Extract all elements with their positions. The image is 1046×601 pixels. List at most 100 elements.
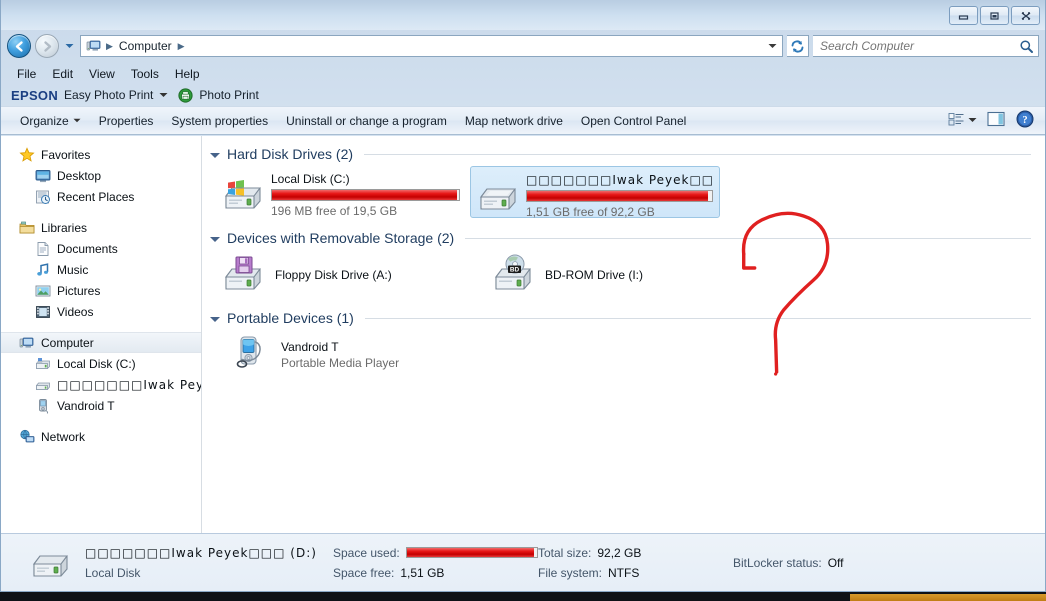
close-button[interactable] — [1011, 6, 1040, 25]
total-size-value: 92,2 GB — [597, 545, 642, 560]
back-button[interactable] — [7, 34, 31, 58]
sidebar-item-pictures[interactable]: Pictures — [1, 280, 201, 301]
chevron-down-icon[interactable] — [764, 42, 780, 51]
sidebar-item-desktop[interactable]: Desktop — [1, 165, 201, 186]
drive-usage-fill — [272, 190, 458, 200]
maximize-button[interactable] — [980, 6, 1009, 25]
collapse-triangle-icon[interactable] — [210, 152, 220, 158]
sidebar-item-music[interactable]: Music — [1, 259, 201, 280]
menu-tools[interactable]: Tools — [123, 65, 167, 83]
taskbar[interactable] — [0, 592, 1046, 601]
refresh-button[interactable] — [787, 35, 809, 57]
menu-file[interactable]: File — [9, 65, 44, 83]
section-header[interactable]: Hard Disk Drives (2) — [202, 142, 1045, 166]
search-box[interactable] — [813, 35, 1039, 57]
breadcrumb-item-computer[interactable]: Computer — [115, 38, 176, 54]
sidebar-item-videos[interactable]: Videos — [1, 301, 201, 322]
details-line-name: □□□□□□□Iwak Peyek□□□ (D:) — [85, 545, 333, 560]
sidebar-item-recent-places[interactable]: Recent Places — [1, 186, 201, 207]
menu-help[interactable]: Help — [167, 65, 208, 83]
address-input[interactable]: ▶ Computer ▶ — [80, 35, 783, 57]
organize-label: Organize — [20, 113, 69, 128]
sidebar-label: Recent Places — [57, 189, 135, 204]
drive-tile-drive-d[interactable]: □□□□□□□Iwak Peyek□□□ (D:) 1,51 GB free o… — [470, 166, 720, 219]
device-name: Vandroid T — [281, 340, 339, 354]
chevron-down-icon — [968, 116, 977, 125]
easy-photo-print-button[interactable]: Easy Photo Print — [64, 88, 153, 102]
sidebar-item-computer[interactable]: Computer — [1, 332, 201, 353]
search-icon[interactable] — [1019, 39, 1034, 54]
bitlocker-label: BitLocker status: — [733, 555, 822, 570]
properties-button[interactable]: Properties — [90, 110, 163, 132]
sidebar-label: Libraries — [41, 220, 88, 235]
drive-name: □□□□□□□Iwak Peyek□□□ (D:) — [526, 173, 713, 187]
sidebar-item-network[interactable]: Network — [1, 426, 201, 447]
preview-pane-icon — [987, 111, 1006, 130]
explorer-window: ▶ Computer ▶ Search Computer File Edit V… — [0, 0, 1046, 592]
photo-print-button[interactable]: Photo Print — [199, 88, 258, 102]
nav-group-favorites: Favorites Desktop Recent Places — [1, 144, 201, 207]
details-drive-name: □□□□□□□Iwak Peyek□□□ (D:) — [85, 545, 317, 560]
map-network-drive-button[interactable]: Map network drive — [456, 110, 572, 132]
sidebar-label: Music — [57, 262, 89, 277]
sidebar-item-local-disk-c[interactable]: Local Disk (C:) — [1, 353, 201, 374]
sidebar-label: Local Disk (C:) — [57, 356, 136, 371]
device-tile-floppy-drive[interactable]: Floppy Disk Drive (A:) — [216, 250, 486, 300]
minimize-button[interactable] — [949, 6, 978, 25]
collapse-triangle-icon[interactable] — [210, 316, 220, 322]
sidebar-item-drive-d[interactable]: □□□□□□□Iwak Peyek□□□ (D — [1, 374, 201, 395]
details-line-type: Local Disk — [85, 565, 333, 580]
breadcrumb-separator-end[interactable]: ▶ — [177, 41, 186, 52]
drive-usage-bar — [271, 189, 460, 201]
organize-button[interactable]: Organize — [11, 110, 90, 132]
sidebar-label: □□□□□□□Iwak Peyek□□□ (D — [57, 377, 201, 392]
sidebar-item-vandroid-t[interactable]: Vandroid T — [1, 395, 201, 416]
removable-tiles: Floppy Disk Drive (A:) BD BD-ROM Drive (… — [202, 250, 1045, 300]
section-title: Devices with Removable Storage (2) — [227, 230, 455, 246]
file-system-label: File system: — [538, 565, 603, 580]
chevron-down-icon[interactable] — [159, 91, 168, 100]
forward-button[interactable] — [35, 34, 59, 58]
drive-info: Local Disk (C:) 196 MB free of 19,5 GB — [271, 170, 460, 218]
open-control-panel-button[interactable]: Open Control Panel — [572, 110, 695, 132]
portable-device-icon — [35, 398, 51, 414]
device-tile-bdrom-drive[interactable]: BD BD-ROM Drive (I:) — [486, 250, 756, 300]
sidebar-item-favorites[interactable]: Favorites — [1, 144, 201, 165]
sidebar-label: Vandroid T — [57, 398, 115, 413]
sidebar-item-libraries[interactable]: Libraries — [1, 217, 201, 238]
drive-tile-local-disk-c[interactable]: Local Disk (C:) 196 MB free of 19,5 GB — [216, 166, 466, 218]
photo-print-icon[interactable] — [178, 87, 194, 103]
uninstall-change-program-button[interactable]: Uninstall or change a program — [277, 110, 456, 132]
collapse-triangle-icon[interactable] — [210, 236, 220, 242]
sidebar-item-documents[interactable]: Documents — [1, 238, 201, 259]
section-rule — [465, 237, 1031, 239]
section-header[interactable]: Devices with Removable Storage (2) — [202, 226, 1045, 250]
search-input[interactable] — [820, 39, 1019, 53]
drive-usage-bar — [526, 190, 713, 202]
nav-group-computer: Computer Local Disk (C:) □□□□□□□Iwak Pe … — [1, 332, 201, 416]
section-header[interactable]: Portable Devices (1) — [202, 306, 1045, 330]
navigation-pane[interactable]: Favorites Desktop Recent Places Librarie… — [1, 136, 202, 534]
change-view-button[interactable] — [943, 109, 982, 133]
desktop-icon — [35, 168, 51, 184]
sidebar-label: Videos — [57, 304, 94, 319]
view-list-icon — [948, 112, 965, 130]
hard-drive-icon — [31, 543, 71, 583]
documents-icon — [35, 241, 51, 257]
history-dropdown-icon[interactable] — [63, 34, 76, 58]
sidebar-label: Documents — [57, 241, 118, 256]
system-properties-button[interactable]: System properties — [162, 110, 277, 132]
details-line-space-free: Space free: 1,51 GB — [333, 565, 538, 580]
taskbar-button-active[interactable] — [850, 594, 1046, 601]
device-name: BD-ROM Drive (I:) — [545, 268, 643, 282]
content-pane[interactable]: Hard Disk Drives (2) Local Disk (C:) 196… — [202, 136, 1045, 534]
computer-icon — [19, 335, 35, 351]
section-title: Portable Devices (1) — [227, 310, 354, 326]
menu-view[interactable]: View — [81, 65, 123, 83]
pictures-icon — [35, 283, 51, 299]
help-button[interactable]: ? — [1011, 107, 1039, 134]
preview-pane-button[interactable] — [982, 108, 1011, 133]
drive-tiles: Local Disk (C:) 196 MB free of 19,5 GB □… — [202, 166, 1045, 220]
device-tile-vandroid-t[interactable]: Vandroid T Portable Media Player — [222, 330, 492, 380]
menu-edit[interactable]: Edit — [44, 65, 81, 83]
